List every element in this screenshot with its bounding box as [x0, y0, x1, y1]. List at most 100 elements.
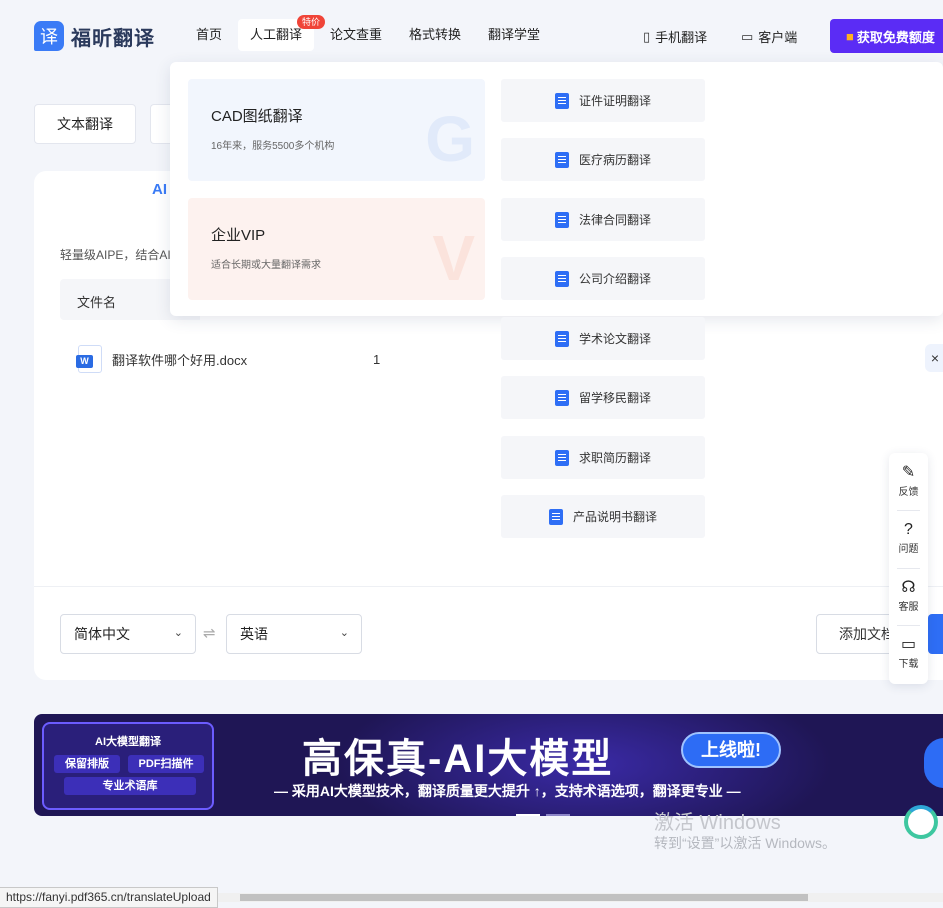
service-label: 证件证明翻译	[578, 94, 651, 108]
chevron-down-icon: ⌄	[173, 627, 183, 639]
tab-text-translate[interactable]: 文本翻译	[34, 104, 136, 144]
banner-feature-box: AI大模型翻译 保留排版 PDF扫描件 专业术语库	[42, 722, 214, 810]
mobile-translate-label: 手机翻译	[655, 30, 708, 45]
feedback-label: 反馈	[898, 487, 919, 498]
mobile-translate-link[interactable]: ▯ 手机翻译	[643, 27, 707, 46]
carousel-dot[interactable]	[546, 814, 570, 816]
phone-icon: ▯	[643, 28, 651, 44]
get-free-quota-button[interactable]: ■ 获取免费额度	[830, 19, 943, 53]
promo-enterprise-vip[interactable]: 企业VIP 适合长期或大量翻译需求 V	[188, 198, 485, 300]
paper-icon	[554, 330, 569, 347]
service-label: 法律合同翻译	[578, 213, 651, 227]
contract-icon	[554, 211, 569, 228]
file-page-count: 1	[373, 352, 381, 367]
headset-icon: ☊	[901, 579, 916, 596]
banner-title: 高保真-AI大模型	[302, 737, 614, 781]
customer-service-button[interactable]: ☊ 客服	[889, 578, 928, 613]
question-icon: ?	[904, 521, 913, 538]
service-manual[interactable]: 产品说明书翻译	[501, 495, 705, 538]
logo[interactable]: 译 福昕翻译	[34, 21, 155, 51]
chevron-down-icon: ⌄	[339, 627, 349, 639]
client-label: 客户端	[758, 30, 798, 45]
banner-badge: 上线啦!	[681, 732, 781, 768]
close-icon[interactable]: ×	[925, 344, 943, 372]
card-description: 轻量级AIPE，结合AI	[60, 248, 171, 262]
building-icon	[554, 270, 569, 287]
promo-cad-translation[interactable]: CAD图纸翻译 16年来，服务5500多个机构 G	[188, 79, 485, 181]
download-label: 下载	[898, 659, 919, 670]
manual-icon	[548, 508, 563, 525]
banner-decoration	[924, 738, 943, 788]
logo-text: 福昕翻译	[71, 27, 155, 50]
service-medical[interactable]: 医疗病历翻译	[501, 138, 705, 181]
file-row: 翻译软件哪个好用.docx	[76, 345, 248, 373]
faq-label: 问题	[898, 544, 919, 555]
feedback-button[interactable]: ✎ 反馈	[889, 463, 928, 498]
gift-icon: ■	[846, 28, 854, 44]
vip-deco-icon: V	[432, 222, 475, 294]
service-label: 医疗病历翻译	[578, 153, 651, 167]
service-company[interactable]: 公司介绍翻译	[501, 257, 705, 300]
client-link[interactable]: ▭ 客户端	[741, 27, 797, 46]
faq-button[interactable]: ? 问题	[889, 520, 928, 555]
service-immigration[interactable]: 留学移民翻译	[501, 376, 705, 419]
windows-activation-hint: 转到“设置”以激活 Windows。	[654, 835, 837, 851]
banner-tag-layout: 保留排版	[54, 755, 120, 773]
nav-plagiarism-check[interactable]: 论文查重	[330, 19, 382, 51]
card-title: AI	[152, 181, 167, 198]
nav-translation-school[interactable]: 翻译学堂	[488, 19, 540, 51]
swap-languages-icon[interactable]: ⇌	[203, 624, 216, 642]
passport-icon	[554, 389, 569, 406]
promo-vip-title: 企业VIP	[211, 227, 266, 244]
promo-banner[interactable]: AI大模型翻译 保留排版 PDF扫描件 专业术语库 高保真-AI大模型 上线啦!…	[34, 714, 943, 816]
word-file-icon	[76, 345, 102, 373]
monitor-icon: ▭	[900, 636, 917, 653]
floating-toolbar: ✎ 反馈 ? 问题 ☊ 客服 ▭ 下载	[889, 453, 928, 684]
divider	[897, 625, 920, 626]
source-language-select[interactable]: 简体中文 ⌄	[60, 614, 196, 654]
source-language-value: 简体中文	[74, 626, 130, 642]
promo-cad-subtitle: 16年来，服务5500多个机构	[211, 141, 335, 152]
banner-box-title: AI大模型翻译	[95, 736, 161, 748]
start-translate-button[interactable]	[928, 614, 943, 654]
service-legal[interactable]: 法律合同翻译	[501, 198, 705, 241]
logo-mark: 译	[34, 21, 64, 51]
promo-cad-title: CAD图纸翻译	[211, 108, 303, 125]
scrollbar-thumb[interactable]	[240, 894, 808, 901]
nav-format-convert[interactable]: 格式转换	[409, 19, 461, 51]
status-bar-url: https://fanyi.pdf365.cn/translateUpload	[0, 887, 218, 908]
carousel-dot[interactable]	[516, 814, 540, 816]
banner-subtitle: — 采用AI大模型技术，翻译质量更大提升 ↑，支持术语选项，翻译更专业 —	[274, 783, 741, 799]
file-name: 翻译软件哪个好用.docx	[112, 352, 248, 368]
divider	[897, 568, 920, 569]
monitor-icon: ▭	[741, 28, 754, 44]
edit-icon: ✎	[901, 464, 916, 481]
download-button[interactable]: ▭ 下载	[889, 635, 928, 670]
service-label: 留学移民翻译	[578, 391, 651, 405]
nav-home[interactable]: 首页	[196, 19, 222, 51]
resume-icon	[554, 449, 569, 466]
service-label: 学术论文翻译	[578, 332, 651, 346]
customer-service-label: 客服	[898, 602, 919, 613]
service-resume[interactable]: 求职简历翻译	[501, 436, 705, 479]
carousel-indicator[interactable]	[516, 804, 576, 816]
service-certificate[interactable]: 证件证明翻译	[501, 79, 705, 122]
target-language-select[interactable]: 英语 ⌄	[226, 614, 362, 654]
service-label: 求职简历翻译	[578, 451, 651, 465]
service-label: 产品说明书翻译	[572, 510, 657, 524]
hot-badge: 特价	[297, 15, 326, 29]
id-card-icon	[554, 92, 569, 109]
divider	[34, 586, 943, 587]
get-free-quota-label: 获取免费额度	[856, 29, 935, 45]
banner-tag-pdf: PDF扫描件	[128, 755, 204, 773]
column-filename: 文件名	[77, 295, 117, 310]
banner-tag-term: 专业术语库	[64, 777, 196, 795]
promo-vip-subtitle: 适合长期或大量翻译需求	[211, 260, 321, 271]
target-language-value: 英语	[240, 626, 268, 642]
service-label: 公司介绍翻译	[578, 272, 651, 286]
loading-spinner-icon	[904, 805, 938, 839]
divider	[897, 510, 920, 511]
windows-activation-watermark: 激活 Windows	[654, 812, 781, 834]
service-academic[interactable]: 学术论文翻译	[501, 317, 705, 360]
cad-deco-icon: G	[425, 103, 475, 175]
